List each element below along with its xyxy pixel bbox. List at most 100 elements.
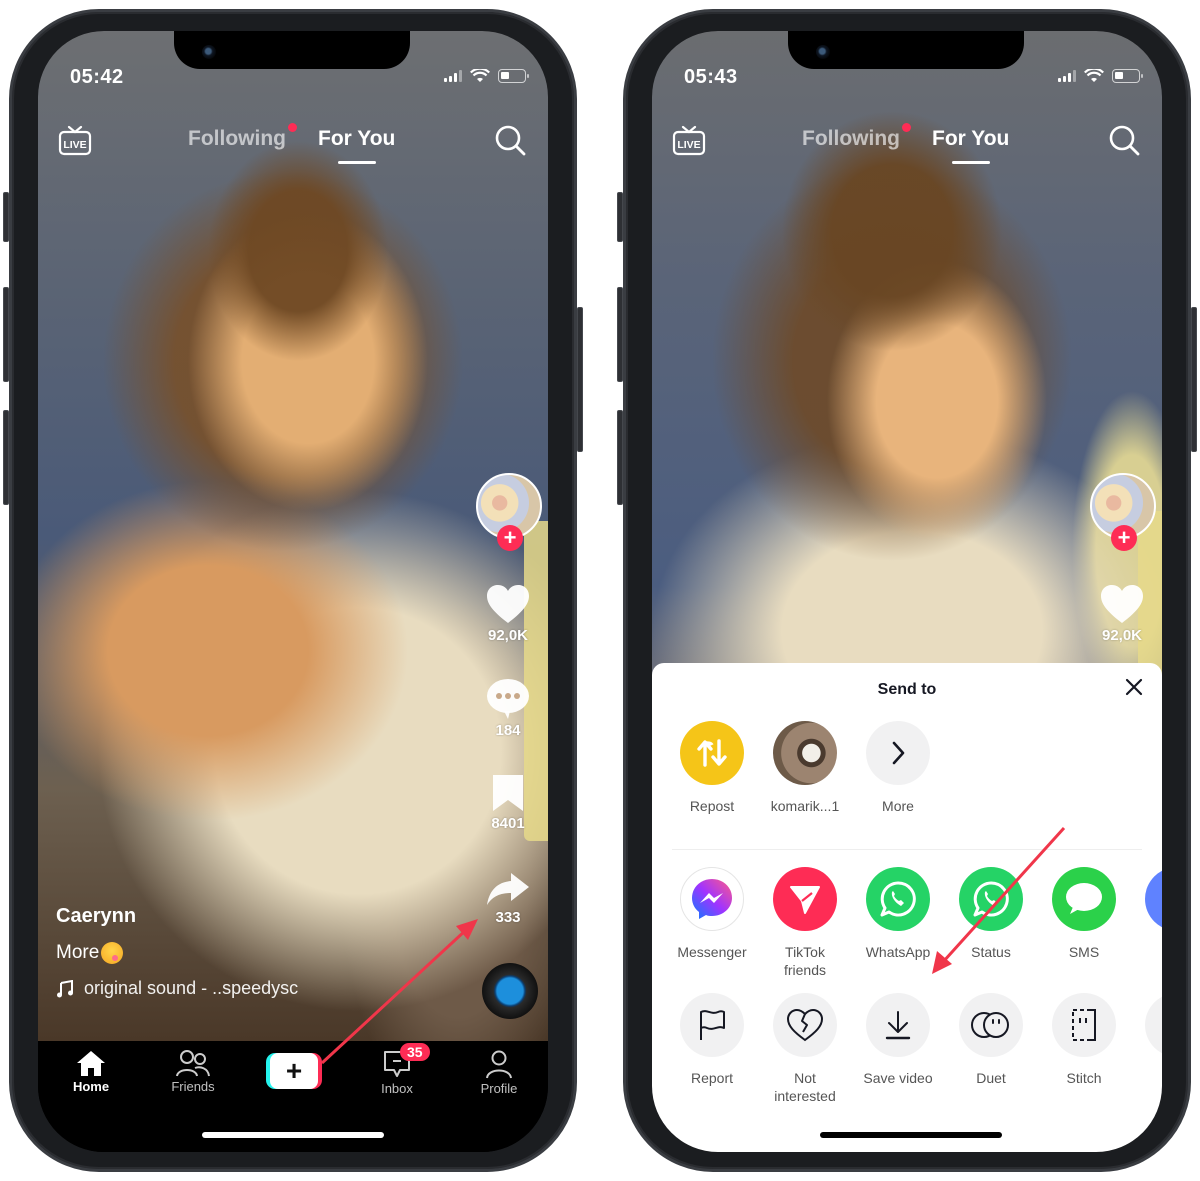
bookmark-count: 8401 — [491, 815, 525, 832]
action-not-interested-label: Not interested — [774, 1070, 836, 1104]
live-tv-icon[interactable]: LIVE — [58, 123, 92, 157]
signal-icon — [444, 70, 462, 82]
home-icon — [77, 1051, 105, 1076]
share-repost[interactable]: Repost — [666, 721, 758, 815]
sheet-divider — [672, 849, 1142, 850]
share-copy-link[interactable]: Co — [1131, 867, 1162, 961]
duet-icon — [959, 993, 1023, 1057]
power-button — [1191, 307, 1197, 452]
home-indicator[interactable] — [202, 1132, 384, 1138]
power-button — [577, 307, 583, 452]
phone-right: 05:43 LIVE Following For You + 92,0K Sen… — [617, 9, 1197, 1172]
screen: 05:42 LIVE Following For You + 92,0K 184 — [38, 31, 548, 1152]
action-playback-speed[interactable]: Pla s — [1131, 993, 1162, 1087]
follow-button[interactable]: + — [497, 525, 523, 551]
share-arrow-icon — [487, 873, 529, 905]
camera-icon — [202, 45, 216, 59]
whatsapp-icon — [866, 867, 930, 931]
action-stitch[interactable]: Stitch — [1038, 993, 1130, 1087]
phone-left: 05:42 LIVE Following For You + 92,0K 184 — [3, 9, 583, 1172]
username[interactable]: Caerynn — [56, 905, 298, 928]
music-disc[interactable] — [482, 963, 538, 1019]
volume-up-button — [617, 287, 623, 382]
search-icon[interactable] — [1108, 124, 1140, 156]
share-tiktok-friends[interactable]: TikTok friends — [759, 867, 851, 979]
share-count: 333 — [495, 909, 521, 926]
nav-home-label: Home — [72, 1079, 110, 1094]
action-report[interactable]: Report — [666, 993, 758, 1087]
action-duet-label: Duet — [976, 1070, 1006, 1086]
description[interactable]: More — [56, 942, 298, 964]
volume-up-button — [3, 287, 9, 382]
comment-icon — [487, 679, 529, 719]
bookmark-button[interactable]: 8401 — [468, 773, 548, 832]
svg-text:LIVE: LIVE — [63, 139, 86, 151]
create-button[interactable]: + — [266, 1053, 322, 1089]
share-messenger[interactable]: Messenger — [666, 867, 758, 961]
tab-for-you[interactable]: For You — [932, 127, 1009, 151]
profile-icon — [486, 1050, 512, 1079]
action-playback-speed-label: Pla s — [1157, 1069, 1162, 1087]
share-more[interactable]: More — [852, 721, 944, 815]
active-tab-indicator — [338, 161, 376, 164]
tab-for-you[interactable]: For You — [318, 127, 395, 151]
comment-button[interactable]: 184 — [468, 678, 548, 739]
follow-button[interactable]: + — [1111, 525, 1137, 551]
live-tv-icon[interactable]: LIVE — [672, 123, 706, 157]
like-button[interactable]: 92,0K — [468, 583, 548, 644]
dynamic-notch — [788, 31, 1024, 69]
playback-speed-icon — [1145, 993, 1162, 1057]
share-whatsapp[interactable]: WhatsApp — [852, 867, 944, 961]
tab-following[interactable]: Following — [188, 127, 286, 151]
search-icon[interactable] — [494, 124, 526, 156]
share-status[interactable]: Status — [945, 867, 1037, 961]
nav-friends-label: Friends — [171, 1079, 215, 1094]
volume-down-button — [3, 410, 9, 505]
mute-switch — [617, 192, 623, 242]
volume-down-button — [617, 410, 623, 505]
share-tiktok-friends-label: TikTok friends — [783, 944, 827, 978]
bookmark-icon — [493, 775, 523, 811]
nav-home[interactable]: Home — [46, 1049, 136, 1094]
nav-profile[interactable]: Profile — [454, 1049, 544, 1096]
share-sms[interactable]: SMS — [1038, 867, 1130, 961]
more-link[interactable]: More — [56, 942, 99, 964]
sound-info[interactable]: original sound - ..speedysc — [56, 978, 298, 999]
active-tab-indicator — [952, 161, 990, 164]
sheet-title: Send to — [877, 681, 937, 698]
svg-text:LIVE: LIVE — [677, 139, 700, 151]
contact-avatar — [773, 721, 837, 785]
sound-name: original sound - ..speedysc — [84, 978, 299, 998]
close-icon[interactable] — [1124, 677, 1144, 697]
chevron-right-icon — [866, 721, 930, 785]
download-icon — [866, 993, 930, 1057]
share-repost-label: Repost — [689, 798, 735, 814]
share-status-label: Status — [971, 944, 1011, 960]
repost-icon — [680, 721, 744, 785]
top-nav: LIVE Following For You — [652, 121, 1162, 171]
nav-friends[interactable]: Friends — [148, 1049, 238, 1094]
share-button[interactable]: 333 — [468, 871, 548, 926]
share-sms-label: SMS — [1068, 944, 1100, 960]
like-button[interactable]: 92,0K — [1082, 583, 1162, 644]
share-sheet: Send to Repost komarik...1 More Messenge… — [652, 663, 1162, 1152]
action-save-video-label: Save video — [863, 1070, 933, 1086]
home-indicator[interactable] — [820, 1132, 1002, 1138]
tiktok-friends-icon — [773, 867, 837, 931]
copy-link-icon — [1145, 867, 1162, 931]
share-contact[interactable]: komarik...1 — [759, 721, 851, 815]
nav-inbox[interactable]: 35 Inbox — [352, 1043, 442, 1096]
action-save-video[interactable]: Save video — [852, 993, 944, 1087]
action-duet[interactable]: Duet — [945, 993, 1037, 1087]
signal-icon — [1058, 70, 1076, 82]
camera-icon — [816, 45, 830, 59]
heart-icon — [1101, 585, 1143, 623]
battery-icon — [1112, 69, 1143, 83]
like-count: 92,0K — [1101, 627, 1143, 644]
action-stitch-label: Stitch — [1066, 1070, 1102, 1086]
action-not-interested[interactable]: Not interested — [759, 993, 851, 1105]
mute-switch — [3, 192, 9, 242]
tab-following[interactable]: Following — [802, 127, 900, 151]
video-caption: Caerynn More original sound - ..speedysc — [56, 905, 298, 999]
wifi-icon — [470, 69, 490, 82]
